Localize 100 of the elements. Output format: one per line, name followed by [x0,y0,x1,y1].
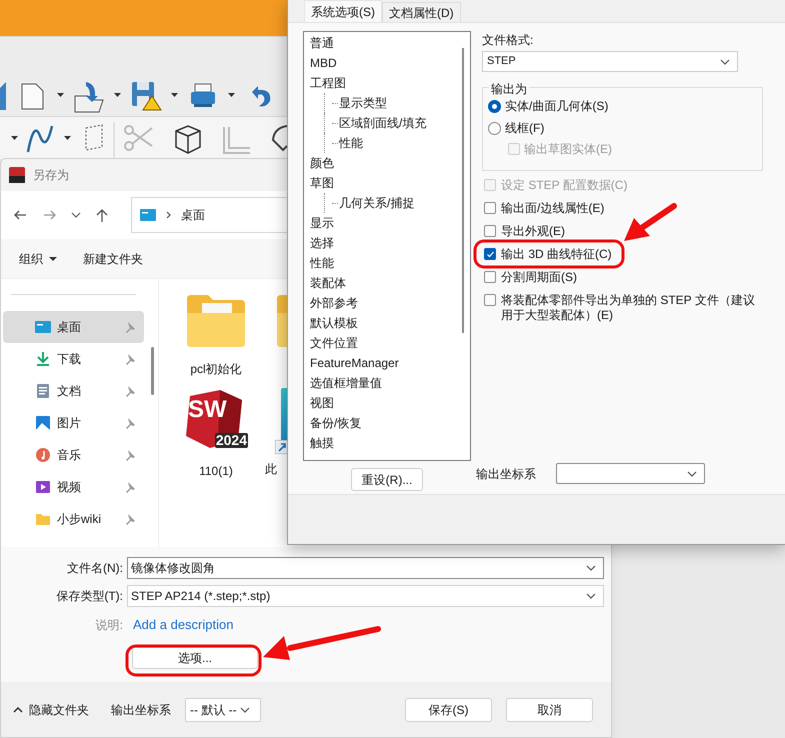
dashed-plane-icon[interactable] [86,124,102,151]
checkbox[interactable] [484,248,496,260]
desktop-icon [35,319,51,335]
document-icon [35,383,51,399]
tree-item[interactable]: 默认模板 [310,314,358,332]
option-label: 输出草图实体(E) [524,141,612,158]
curve-icon[interactable] [272,125,287,151]
back-arrow-icon[interactable] [13,208,28,222]
save-button[interactable]: 保存(S) [405,698,492,722]
dropdown[interactable] [556,463,705,484]
field-label: 保存类型(T): [55,588,123,605]
checkbox[interactable] [484,225,496,237]
window-title: 另存为 [33,167,69,184]
new-folder-button[interactable]: 新建文件夹 [83,250,143,268]
pin-icon[interactable] [124,385,136,397]
save-warning-icon[interactable] [132,82,162,110]
field-label: 文件名(N): [66,560,123,577]
tree-item[interactable]: 几何关系/捕捉 [339,194,414,212]
link[interactable]: Add a description [133,615,234,635]
pin-icon[interactable] [124,513,136,525]
dropdown[interactable]: STEP [482,51,738,72]
radio-button[interactable] [488,100,501,112]
pin-icon[interactable] [124,449,136,461]
checkbox[interactable] [484,294,496,306]
cube-icon[interactable] [175,125,201,154]
caret-icon[interactable] [11,136,18,140]
printer-icon[interactable] [191,84,215,107]
group-title: 输出为 [489,80,529,98]
field-label: 文件格式: [482,32,534,47]
field-label: 输出坐标系 [476,466,537,482]
field-label: 说明: [94,617,123,634]
chevron-down-icon[interactable] [71,212,81,218]
options-button[interactable]: 选项... [132,647,258,669]
tree-item[interactable]: 草图 [310,174,334,192]
tab[interactable]: 系统选项(S) [304,0,382,22]
option-label: 实体/曲面几何体(S) [505,98,608,115]
tree-item[interactable]: 装配体 [310,274,346,292]
option-label: 输出 3D 曲线特征(C) [501,247,613,262]
option-label: 将装配体零部件导出为单独的 STEP 文件（建议用于大型装配体）(E) [501,293,756,323]
spline-icon[interactable] [26,126,54,152]
tree-item[interactable]: 区域剖面线/填充 [339,114,426,132]
option-label: 设定 STEP 配置数据(C) [501,178,628,193]
tree-item[interactable]: 显示 [310,214,334,232]
chevron-up-icon [13,706,23,712]
tree-item[interactable]: 触摸 [310,434,334,452]
option-label: 导出外观(E) [501,224,566,239]
new-document-icon[interactable] [22,84,44,110]
pointer-arrow [624,203,677,241]
tree-item[interactable]: 普通 [310,34,334,52]
input-field[interactable]: 镜像体修改圆角 [127,557,604,579]
tree-item[interactable]: 工程图 [310,74,346,92]
tree-item[interactable]: 备份/恢复 [310,414,362,432]
dropdown[interactable]: -- 默认 -- [185,698,261,722]
pin-icon[interactable] [124,481,136,493]
pin-icon[interactable] [124,353,136,365]
tree-item[interactable]: 颜色 [310,154,334,172]
caret-icon[interactable] [64,136,71,140]
tree-item[interactable]: 外部参考 [310,294,358,312]
option-label: 分割周期面(S) [501,270,578,285]
tree-item[interactable]: 选值框增量值 [310,374,382,392]
file-name[interactable]: 110(1) [199,462,233,480]
hide-folders-button[interactable]: 隐藏文件夹 [13,700,89,718]
music-icon [35,447,51,463]
scrollbar[interactable] [150,347,154,395]
dropdown[interactable]: STEP AP214 (*.step;*.stp) [127,585,604,607]
download-icon [35,351,51,367]
file-name[interactable]: pcl初始化 [190,360,242,378]
scrollbar[interactable] [462,48,464,333]
tree-item[interactable]: 视图 [310,394,334,412]
cancel-button[interactable]: 取消 [506,698,593,722]
option-label: 线框(F) [505,120,544,137]
tree-item[interactable]: 选择 [310,234,334,252]
up-arrow-icon[interactable] [95,208,109,222]
tree-item[interactable]: 显示类型 [339,94,387,112]
pin-icon[interactable] [124,417,136,429]
tree-item[interactable]: MBD [310,54,337,72]
breadcrumb[interactable]: 桌面 [181,206,205,224]
file-name[interactable]: 此 [261,460,277,478]
caret-icon[interactable] [171,93,178,97]
undo-icon[interactable] [252,86,270,106]
tree-item[interactable]: 性能 [310,254,334,272]
option-label: 输出面/边线属性(E) [501,201,606,216]
tree-item[interactable]: 性能 [339,134,363,152]
tree-item[interactable]: 文件位置 [310,334,358,352]
video-icon [35,479,51,495]
caret-icon[interactable] [57,93,64,97]
chevron-right-icon [166,211,171,219]
forward-arrow-icon[interactable] [42,208,57,222]
caret-icon[interactable] [114,93,121,97]
checkbox[interactable] [484,202,496,214]
caret-icon[interactable] [228,93,235,97]
tab[interactable]: 文档属性(D) [382,2,461,22]
sidebar-item[interactable]: 桌面 [3,311,144,343]
tree-item[interactable]: FeatureManager [310,354,399,372]
open-folder-icon[interactable] [74,82,104,112]
checkbox[interactable] [484,271,496,283]
radio-button[interactable] [488,122,501,134]
organize-menu[interactable]: 组织 [19,250,57,268]
folder-icon [35,511,51,527]
reset-button[interactable]: 重设(R)... [351,468,423,491]
